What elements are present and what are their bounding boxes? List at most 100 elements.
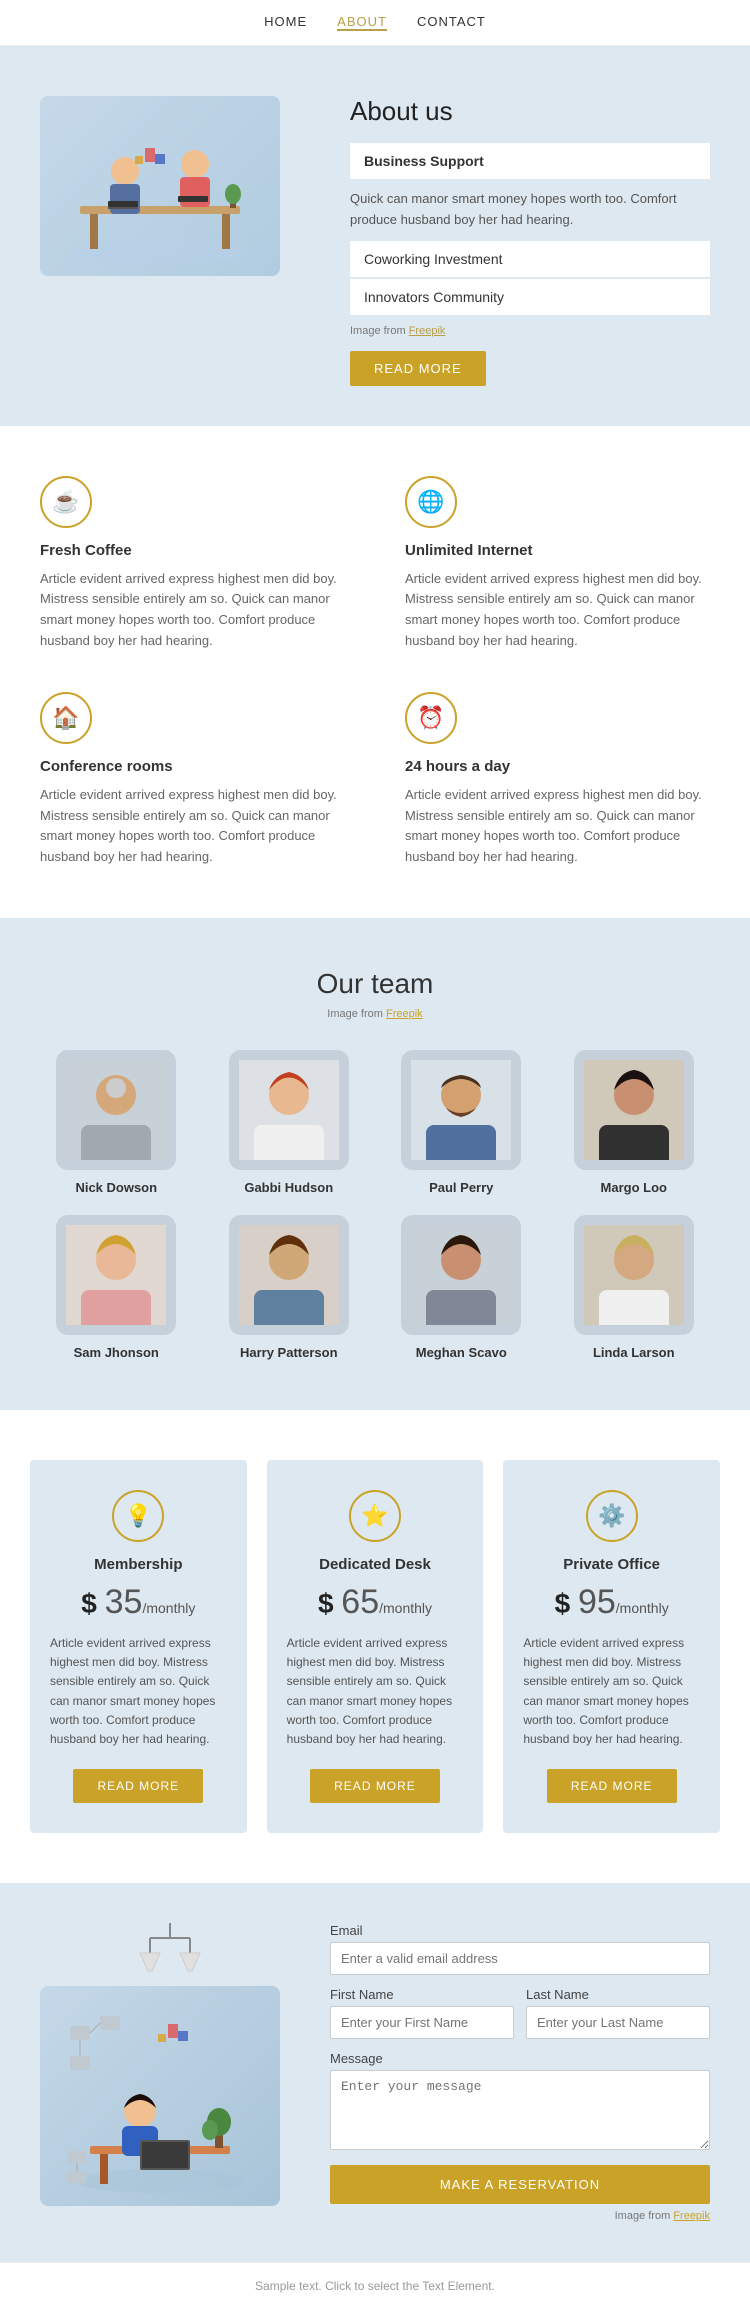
team-photo-sam xyxy=(56,1215,176,1335)
private-icon: ⚙️ xyxy=(586,1490,638,1542)
private-read-more-button[interactable]: READ MORE xyxy=(547,1769,677,1803)
feature-conference: 🏠 Conference rooms Article evident arriv… xyxy=(40,692,345,868)
team-member-linda: Linda Larson xyxy=(558,1215,711,1360)
about-image-credit: Image from Freepik xyxy=(350,325,710,337)
team-name-linda: Linda Larson xyxy=(558,1345,711,1360)
first-name-label: First Name xyxy=(330,1987,514,2002)
feature-coffee: ☕ Fresh Coffee Article evident arrived e… xyxy=(40,476,345,652)
team-photo-linda xyxy=(574,1215,694,1335)
pricing-membership: 💡 Membership $ 35/monthly Article eviden… xyxy=(30,1460,247,1833)
message-group: Message xyxy=(330,2051,710,2153)
about-highlight-item: Business Support xyxy=(350,143,710,179)
team-photo-margo xyxy=(574,1050,694,1170)
nav-about[interactable]: ABOUT xyxy=(337,14,387,31)
team-photo-gabbi xyxy=(229,1050,349,1170)
feature-coffee-desc: Article evident arrived express highest … xyxy=(40,569,345,652)
internet-icon: 🌐 xyxy=(405,476,457,528)
message-input[interactable] xyxy=(330,2070,710,2150)
membership-desc: Article evident arrived express highest … xyxy=(50,1634,227,1749)
pricing-dedicated: ⭐ Dedicated Desk $ 65/monthly Article ev… xyxy=(267,1460,484,1833)
feature-coffee-title: Fresh Coffee xyxy=(40,542,345,559)
about-item-innovators: Innovators Community xyxy=(350,279,710,315)
coffee-icon: ☕ xyxy=(40,476,92,528)
nav-contact[interactable]: CONTACT xyxy=(417,14,486,31)
last-name-label: Last Name xyxy=(526,1987,710,2002)
private-price: $ 95/monthly xyxy=(523,1583,700,1622)
reservation-button[interactable]: MAKE A RESERVATION xyxy=(330,2165,710,2204)
membership-read-more-button[interactable]: READ MORE xyxy=(73,1769,203,1803)
feature-conference-desc: Article evident arrived express highest … xyxy=(40,785,345,868)
contact-image-credit: Image from Freepik xyxy=(330,2210,710,2222)
team-grid: Nick Dowson Gabbi Hudson xyxy=(40,1050,710,1360)
team-member-meghan: Meghan Scavo xyxy=(385,1215,538,1360)
team-member-margo: Margo Loo xyxy=(558,1050,711,1195)
email-input[interactable] xyxy=(330,1942,710,1975)
feature-hours: ⏰ 24 hours a day Article evident arrived… xyxy=(405,692,710,868)
navigation: HOME ABOUT CONTACT xyxy=(0,0,750,46)
footer-text: Sample text. Click to select the Text El… xyxy=(255,2279,495,2293)
feature-internet-title: Unlimited Internet xyxy=(405,542,710,559)
footer: Sample text. Click to select the Text El… xyxy=(0,2262,750,2309)
membership-title: Membership xyxy=(50,1556,227,1573)
team-member-paul: Paul Perry xyxy=(385,1050,538,1195)
feature-hours-desc: Article evident arrived express highest … xyxy=(405,785,710,868)
team-photo-paul xyxy=(401,1050,521,1170)
about-description: Quick can manor smart money hopes worth … xyxy=(350,189,710,231)
contact-illustration xyxy=(40,1986,280,2206)
name-row: First Name Last Name xyxy=(330,1987,710,2051)
email-label: Email xyxy=(330,1923,710,1938)
team-photo-harry xyxy=(229,1215,349,1335)
team-name-gabbi: Gabbi Hudson xyxy=(213,1180,366,1195)
about-read-more-button[interactable]: READ MORE xyxy=(350,351,486,386)
about-section: About us Business Support Quick can mano… xyxy=(0,46,750,426)
team-member-harry: Harry Patterson xyxy=(213,1215,366,1360)
last-name-input[interactable] xyxy=(526,2006,710,2039)
feature-internet: 🌐 Unlimited Internet Article evident arr… xyxy=(405,476,710,652)
feature-internet-desc: Article evident arrived express highest … xyxy=(405,569,710,652)
team-name-nick: Nick Dowson xyxy=(40,1180,193,1195)
membership-icon: 💡 xyxy=(112,1490,164,1542)
team-name-sam: Sam Jhonson xyxy=(40,1345,193,1360)
first-name-input[interactable] xyxy=(330,2006,514,2039)
feature-conference-title: Conference rooms xyxy=(40,758,345,775)
team-photo-meghan xyxy=(401,1215,521,1335)
team-image-credit: Image from Freepik xyxy=(40,1008,710,1020)
team-name-margo: Margo Loo xyxy=(558,1180,711,1195)
conference-icon: 🏠 xyxy=(40,692,92,744)
message-label: Message xyxy=(330,2051,710,2066)
private-desc: Article evident arrived express highest … xyxy=(523,1634,700,1749)
contact-form: Email First Name Last Name Message MAKE … xyxy=(330,1923,710,2222)
team-name-meghan: Meghan Scavo xyxy=(385,1345,538,1360)
dedicated-read-more-button[interactable]: READ MORE xyxy=(310,1769,440,1803)
lamp-icon xyxy=(130,1923,210,1973)
dedicated-price: $ 65/monthly xyxy=(287,1583,464,1622)
about-item-coworking: Coworking Investment xyxy=(350,241,710,277)
membership-price: $ 35/monthly xyxy=(50,1583,227,1622)
private-title: Private Office xyxy=(523,1556,700,1573)
team-name-harry: Harry Patterson xyxy=(213,1345,366,1360)
email-group: Email xyxy=(330,1923,710,1975)
pricing-section: 💡 Membership $ 35/monthly Article eviden… xyxy=(0,1410,750,1883)
dedicated-title: Dedicated Desk xyxy=(287,1556,464,1573)
contact-image xyxy=(40,1923,300,2206)
about-content: About us Business Support Quick can mano… xyxy=(350,96,710,386)
team-freepik-link[interactable]: Freepik xyxy=(386,1008,423,1020)
feature-hours-title: 24 hours a day xyxy=(405,758,710,775)
contact-freepik-link[interactable]: Freepik xyxy=(673,2210,710,2222)
first-name-group: First Name xyxy=(330,1987,514,2039)
hours-icon: ⏰ xyxy=(405,692,457,744)
pricing-private: ⚙️ Private Office $ 95/monthly Article e… xyxy=(503,1460,720,1833)
team-section: Our team Image from Freepik Nick Dowson xyxy=(0,918,750,1410)
team-member-gabbi: Gabbi Hudson xyxy=(213,1050,366,1195)
team-name-paul: Paul Perry xyxy=(385,1180,538,1195)
team-title: Our team xyxy=(40,968,710,1000)
features-section: ☕ Fresh Coffee Article evident arrived e… xyxy=(0,426,750,918)
about-freepik-link[interactable]: Freepik xyxy=(409,325,446,337)
last-name-group: Last Name xyxy=(526,1987,710,2039)
team-member-nick: Nick Dowson xyxy=(40,1050,193,1195)
team-member-sam: Sam Jhonson xyxy=(40,1215,193,1360)
about-image xyxy=(40,96,320,276)
nav-home[interactable]: HOME xyxy=(264,14,307,31)
contact-section: Email First Name Last Name Message MAKE … xyxy=(0,1883,750,2262)
about-title: About us xyxy=(350,96,710,127)
